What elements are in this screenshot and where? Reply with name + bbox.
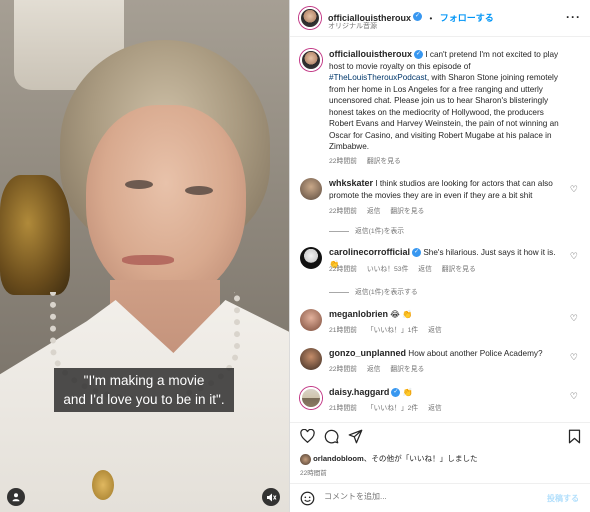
- comment-meta: 22時間前 いいね！53件 返信 翻訳を見る: [329, 263, 484, 273]
- video-person-mouth: [122, 255, 174, 265]
- comment-reply-button[interactable]: 返信: [367, 366, 381, 373]
- caption-author-avatar[interactable]: [300, 49, 322, 71]
- post-actions: orlandobloom、その他が「いいね！」しました 22時間前 投稿する: [290, 422, 590, 512]
- video-person-face: [86, 105, 246, 300]
- comment-text-block: daisy.haggard ✓ 👏: [329, 387, 567, 399]
- verified-badge-icon: ✓: [412, 248, 422, 258]
- audio-label[interactable]: オリジナル音源: [328, 21, 377, 31]
- comment-meta: 22時間前 返信 翻訳を見る: [329, 205, 432, 215]
- commenter-avatar[interactable]: [300, 387, 322, 409]
- post-timestamp: 22時間前: [300, 470, 327, 477]
- post-side-panel: officiallouistheroux ✓ • フォローする オリジナル音源 ·…: [289, 0, 590, 512]
- comment-like-heart-icon[interactable]: ♡: [570, 184, 578, 195]
- video-pendant: [92, 470, 114, 500]
- comment-like-heart-icon[interactable]: ♡: [570, 313, 578, 324]
- liked-by-rest[interactable]: 、その他が「いいね！」しました: [364, 454, 478, 463]
- comment-username[interactable]: whkskater: [329, 178, 373, 188]
- caption-time[interactable]: 22時間前: [329, 158, 357, 165]
- comment-translate[interactable]: 翻訳を見る: [390, 366, 424, 373]
- video-statue: [0, 175, 70, 295]
- comment-reply-button[interactable]: 返信: [428, 405, 442, 412]
- caption-translate[interactable]: 翻訳を見る: [367, 158, 401, 165]
- comment-reply-button[interactable]: 返信: [428, 327, 442, 334]
- comment-username[interactable]: daisy.haggard: [329, 387, 389, 397]
- caption-meta: 22時間前 翻訳を見る: [329, 155, 409, 165]
- comment-item: daisy.haggard ✓ 👏 21時間前 「いいね！」2件 返信 ♡: [300, 387, 580, 417]
- comment-text: How about another Police Academy?: [408, 349, 543, 358]
- comment-like-heart-icon[interactable]: ♡: [570, 391, 578, 402]
- commenter-avatar[interactable]: [300, 309, 322, 331]
- comment-like-heart-icon[interactable]: ♡: [570, 352, 578, 363]
- view-replies-button[interactable]: 返信(1件)を表示: [329, 225, 404, 235]
- view-replies-button[interactable]: 返信(1件)を表示する: [329, 286, 418, 296]
- comment-input[interactable]: [324, 492, 524, 501]
- comment-item: gonzo_unplanned How about another Police…: [300, 348, 580, 378]
- comment-item: carolinecorrofficial ✓ She's hilarious. J…: [300, 247, 580, 287]
- post-header: officiallouistheroux ✓ • フォローする オリジナル音源 ·…: [290, 0, 590, 37]
- video-person-eye: [125, 180, 153, 189]
- comment-translate[interactable]: 翻訳を見る: [390, 208, 424, 215]
- comment-likes[interactable]: いいね！53件: [367, 266, 409, 273]
- comment-text: 😂 👏: [390, 310, 413, 319]
- comment-time[interactable]: 22時間前: [329, 266, 357, 273]
- comment-text: 👏: [402, 388, 413, 397]
- comment-time[interactable]: 21時間前: [329, 327, 357, 334]
- liker-avatar[interactable]: [300, 453, 311, 465]
- commenter-avatar[interactable]: [300, 247, 322, 269]
- comment-time[interactable]: 22時間前: [329, 366, 357, 373]
- comment-time[interactable]: 22時間前: [329, 208, 357, 215]
- comment-meta: 21時間前 「いいね！」1件 返信: [329, 324, 450, 334]
- post-caption: officiallouistheroux ✓ I can't pretend I'…: [300, 49, 580, 169]
- caption-text-rest: , with Sharon Stone joining remotely fro…: [329, 73, 559, 151]
- comment-icon[interactable]: [324, 429, 339, 448]
- comment-reply-button[interactable]: 返信: [418, 266, 432, 273]
- share-icon[interactable]: [348, 429, 363, 448]
- liked-by-username[interactable]: orlandobloom: [313, 454, 364, 463]
- caption-hashtag[interactable]: #TheLouisTherouxPodcast: [329, 73, 427, 82]
- comment-text-block: gonzo_unplanned How about another Police…: [329, 348, 567, 360]
- verified-badge-icon: ✓: [391, 388, 401, 398]
- follow-button[interactable]: フォローする: [440, 13, 494, 23]
- comment-time[interactable]: 21時間前: [329, 405, 357, 412]
- emoji-icon[interactable]: [300, 491, 315, 506]
- comment-reply-button[interactable]: 返信: [367, 208, 381, 215]
- video-subtitle: "I'm making a movie and I'd love you to …: [54, 368, 234, 412]
- comment-text-block: whkskater I think studios are looking fo…: [329, 178, 567, 201]
- comment-meta: 22時間前 返信 翻訳を見る: [329, 363, 432, 373]
- verified-badge-icon: ✓: [414, 50, 424, 60]
- comment-likes[interactable]: 「いいね！」1件: [367, 327, 418, 334]
- commenter-avatar[interactable]: [300, 178, 322, 200]
- post-video[interactable]: "I'm making a movie and I'd love you to …: [0, 0, 289, 512]
- subtitle-line: "I'm making a movie: [83, 373, 205, 388]
- comment-likes[interactable]: 「いいね！」2件: [367, 405, 418, 412]
- commenter-avatar[interactable]: [300, 348, 322, 370]
- comment-item: meganlobrien 😂 👏 21時間前 「いいね！」1件 返信 ♡: [300, 309, 580, 339]
- comment-composer: 投稿する: [290, 483, 590, 512]
- user-tags-icon[interactable]: [7, 488, 25, 506]
- author-avatar[interactable]: [299, 7, 321, 29]
- more-options-icon[interactable]: ···: [566, 10, 581, 24]
- caption-username[interactable]: officiallouistheroux: [329, 49, 412, 59]
- subtitle-line: and I'd love you to be in it".: [63, 392, 225, 407]
- bookmark-icon[interactable]: [568, 429, 581, 448]
- video-person-eye: [185, 186, 213, 195]
- comments-list[interactable]: officiallouistheroux ✓ I can't pretend I'…: [290, 37, 590, 422]
- comment-text-block: meganlobrien 😂 👏: [329, 309, 567, 321]
- mute-icon[interactable]: [262, 488, 280, 506]
- liked-by-summary: orlandobloom、その他が「いいね！」しました: [300, 453, 478, 465]
- caption-text-block: officiallouistheroux ✓ I can't pretend I'…: [329, 49, 567, 153]
- comment-username[interactable]: meganlobrien: [329, 309, 388, 319]
- verified-badge-icon: ✓: [413, 12, 423, 22]
- comment-username[interactable]: carolinecorrofficial: [329, 247, 410, 257]
- header-separator: •: [429, 14, 433, 23]
- post-comment-button[interactable]: 投稿する: [547, 493, 579, 504]
- comment-translate[interactable]: 翻訳を見る: [442, 266, 476, 273]
- comment-like-heart-icon[interactable]: ♡: [570, 251, 578, 262]
- comment-meta: 21時間前 「いいね！」2件 返信: [329, 402, 450, 412]
- comment-username[interactable]: gonzo_unplanned: [329, 348, 406, 358]
- like-heart-icon[interactable]: [300, 428, 315, 447]
